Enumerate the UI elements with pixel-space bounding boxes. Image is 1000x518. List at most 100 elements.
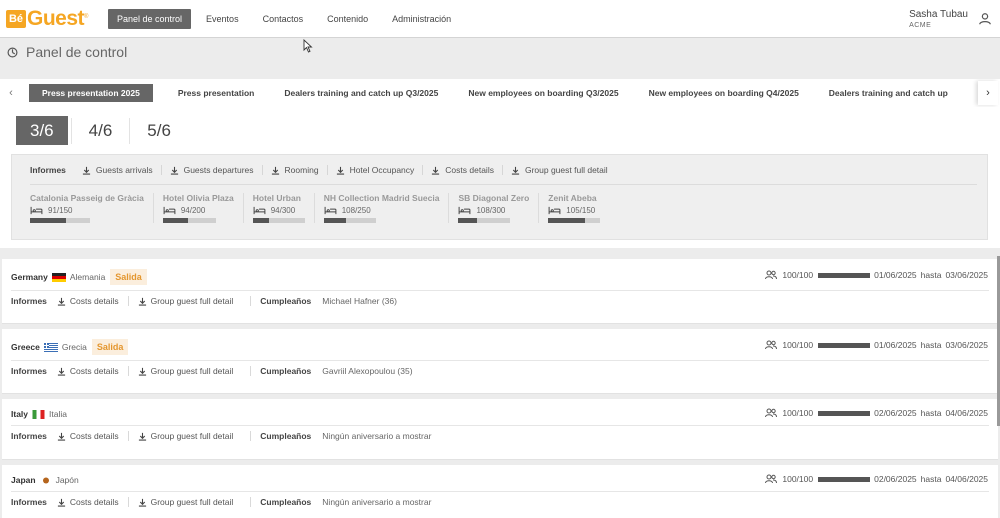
hotel-occupancy-value: 94/200 [180,206,206,215]
nav-item-panel-de-control[interactable]: Panel de control [108,8,192,29]
date-to: 04/06/2025 [945,474,988,484]
hotel-occupancy: 108/300 [458,206,529,215]
report-link-label: Costs details [69,431,119,441]
report-link-guests-arrivals[interactable]: Guests arrivals [74,165,161,175]
tabs-scroll-left-button[interactable]: ‹ [0,87,22,99]
report-link-group-guest-full-detail[interactable]: Group guest full detail [127,296,243,306]
hotel-occupancy: 105/150 [548,206,600,215]
hotel-occupancy-bar [162,218,216,223]
hotel-name: Hotel Olivia Plaza [162,193,234,203]
tab-press-presentation[interactable]: Press presentation [165,84,268,102]
report-link-rooming[interactable]: Rooming [261,165,327,175]
hotel-occupancy-value: 108/300 [476,206,506,215]
guest-progress-bar [818,272,871,278]
nav-item-contactos[interactable]: Contactos [254,9,313,29]
hotel-list: Catalonia Passeig de Gràcia 91/150 Hotel… [30,193,618,223]
user-icon[interactable] [978,12,992,26]
count-option[interactable]: 4/6 [75,116,127,145]
logo-registered: ® [84,14,89,20]
user-org: ACME [909,22,932,29]
nav-item-eventos[interactable]: Eventos [197,9,248,29]
count-option[interactable]: 3/6 [16,116,68,145]
people-icon [765,408,778,418]
report-link-costs-details[interactable]: Costs details [55,296,128,306]
reports-title: Informes [11,497,47,507]
people-icon [765,340,778,350]
date-from: 02/06/2025 [874,474,917,484]
tab-press-presentation-2025[interactable]: Press presentation 2025 [29,84,153,102]
report-link-group-guest-full-detail[interactable]: Group guest full detail [127,366,243,376]
tabs-scroll-right-button[interactable]: › [978,81,998,105]
count-selector: 3/6 4/6 5/6 [16,116,185,145]
download-icon [170,166,178,175]
report-link-label: Guests departures [183,165,254,175]
hotel-occupancy-value: 105/150 [566,206,596,215]
logo[interactable]: Bé Guest ® [6,8,98,29]
bed-icon [548,206,561,215]
birthday-label: Cumpleaños [250,366,322,376]
country-local-name: Italia [49,409,67,419]
germany-flag-icon [51,272,66,282]
tab-dealers-training[interactable]: Dealers training and catch up [816,84,961,102]
hotel-item[interactable]: Hotel Urban 94/300 [252,193,315,223]
date-from: 01/06/2025 [874,270,917,280]
count-divider [129,117,131,144]
hotel-item[interactable]: Hotel Olivia Plaza 94/200 [162,193,244,223]
date-separator: hasta [920,474,942,484]
reports-title: Informes [11,431,47,441]
hotel-item[interactable]: Catalonia Passeig de Gràcia 91/150 [30,193,154,223]
report-link-guests-departures[interactable]: Guests departures [160,165,262,175]
report-link-costs-details[interactable]: Costs details [55,366,128,376]
nav-item-contenido[interactable]: Contenido [318,9,377,29]
country-summary: 100/100 01/06/2025 hasta 03/06/2025 [765,270,988,280]
japan-flag-icon [42,477,49,483]
download-icon [138,297,146,306]
report-link-costs-details[interactable]: Costs details [55,431,128,441]
count-divider [70,117,72,144]
hotel-name: Zenit Abeba [548,193,597,203]
report-link-hotel-occupancy[interactable]: Hotel Occupancy [326,165,423,175]
hotel-item[interactable]: NH Collection Madrid Suecia 108/250 [323,193,450,223]
greece-flag-icon [43,342,58,352]
logo-mark: Bé [6,9,26,28]
event-info-box: Informes Guests arrivals Guests departur… [11,154,988,240]
mouse-cursor-icon [303,39,313,53]
report-link-group-guest-full-detail[interactable]: Group guest full detail [501,165,616,175]
birthday-label: Cumpleaños [250,431,322,441]
download-icon [511,166,520,175]
country-header: Germany Alemania Salida [11,268,147,286]
main-nav: Panel de control Eventos Contactos Conte… [108,8,466,29]
birthday-label: Cumpleaños [250,296,322,306]
hotel-item[interactable]: SB Diagonal Zero 108/300 [458,193,540,223]
hotel-occupancy-bar [458,218,511,223]
hotel-occupancy-bar [30,218,90,223]
report-link-costs-details[interactable]: Costs details [55,497,128,507]
report-link-costs-details[interactable]: Costs details [422,165,502,175]
report-link-label: Group guest full detail [150,497,234,507]
date-from: 02/06/2025 [874,408,917,418]
nav-item-administracion[interactable]: Administración [383,9,460,29]
user-name: Sasha Tubau [909,9,968,20]
report-link-label: Guests arrivals [95,165,153,175]
card-divider [11,425,989,426]
download-icon [138,367,146,376]
people-icon [765,474,778,484]
hotel-occupancy-value: 91/150 [48,206,73,215]
tab-dealers-training-q3[interactable]: Dealers training and catch up Q3/2025 [271,84,451,102]
country-card-italy: Italy Italia 100/100 02/06/2025 hasta 04… [2,399,998,460]
tab-new-employees-q4[interactable]: New employees on boarding Q4/2025 [636,84,812,102]
birthday-value: Ningún aniversario a mostrar [322,497,432,507]
user-menu[interactable]: Sasha Tubau ACME [909,9,968,29]
country-local-name: Japón [55,475,79,485]
tab-new-employees-q3[interactable]: New employees on boarding Q3/2025 [455,84,631,102]
date-to: 03/06/2025 [945,340,988,350]
report-link-group-guest-full-detail[interactable]: Group guest full detail [127,431,243,441]
download-icon [57,367,66,376]
report-link-group-guest-full-detail[interactable]: Group guest full detail [127,497,243,507]
hotel-occupancy-fill [252,218,269,223]
hotel-item[interactable]: Zenit Abeba 105/150 [548,193,609,223]
download-icon [57,498,66,507]
download-icon [138,498,146,507]
count-option[interactable]: 5/6 [133,116,185,145]
hotel-occupancy-fill [162,218,188,223]
